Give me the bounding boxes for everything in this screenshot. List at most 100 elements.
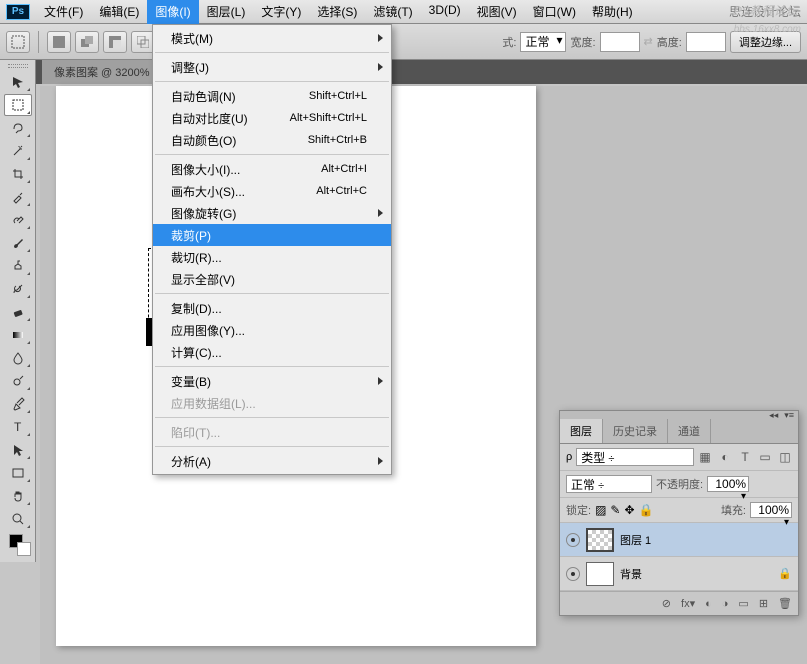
menu-item-分析A[interactable]: 分析(A)	[153, 450, 391, 472]
brush-tool[interactable]	[4, 232, 32, 254]
filter-shape-icon[interactable]: ▭	[758, 450, 772, 464]
zoom-tool[interactable]	[4, 508, 32, 530]
gradient-tool[interactable]	[4, 324, 32, 346]
filter-adjust-icon[interactable]: ◐	[718, 450, 732, 464]
visibility-icon[interactable]	[566, 567, 580, 581]
path-select-tool[interactable]	[4, 439, 32, 461]
document-tab[interactable]: 像素图案 @ 3200%	[42, 60, 163, 84]
width-input[interactable]	[600, 32, 640, 52]
layer-thumbnail[interactable]	[586, 562, 614, 586]
rectangle-tool[interactable]	[4, 462, 32, 484]
menu-item-裁剪P[interactable]: 裁剪(P)	[153, 224, 391, 246]
layer-mask-icon[interactable]: ◐	[705, 598, 712, 610]
trash-icon[interactable]: 🗑	[778, 597, 792, 610]
panel-collapse-icon[interactable]: ◂◂	[769, 410, 778, 421]
lock-paint-icon[interactable]: ✎	[610, 503, 620, 517]
menu-item-调整J[interactable]: 调整(J)	[153, 56, 391, 78]
menu-item-计算C[interactable]: 计算(C)...	[153, 341, 391, 363]
healing-brush-tool[interactable]	[4, 209, 32, 231]
toolbox-handle[interactable]	[0, 62, 35, 70]
menu-item-画布大小S[interactable]: 画布大小(S)...Alt+Ctrl+C	[153, 180, 391, 202]
swap-icon[interactable]: ⇄	[644, 35, 653, 48]
menu-选择[interactable]: 选择(S)	[309, 0, 365, 24]
mode-label: 式:	[502, 34, 516, 50]
color-swatches[interactable]	[4, 531, 32, 559]
marquee-tool[interactable]	[4, 94, 32, 116]
blur-tool[interactable]	[4, 347, 32, 369]
filter-type-icon[interactable]: T	[738, 450, 752, 464]
visibility-icon[interactable]	[566, 533, 580, 547]
adjustment-layer-icon[interactable]: ◑	[722, 598, 729, 610]
height-input[interactable]	[686, 32, 726, 52]
dodge-tool[interactable]	[4, 370, 32, 392]
menu-item-显示全部V[interactable]: 显示全部(V)	[153, 268, 391, 290]
menu-item-图像大小I[interactable]: 图像大小(I)...Alt+Ctrl+I	[153, 158, 391, 180]
layer-row[interactable]: 背景🔒	[560, 557, 798, 591]
menu-item-自动颜色O[interactable]: 自动颜色(O)Shift+Ctrl+B	[153, 129, 391, 151]
filter-pixel-icon[interactable]: ▦	[698, 450, 712, 464]
layer-row[interactable]: 图层 1	[560, 523, 798, 557]
menu-图层[interactable]: 图层(L)	[199, 0, 254, 24]
menu-item-变量B[interactable]: 变量(B)	[153, 370, 391, 392]
menu-窗口[interactable]: 窗口(W)	[525, 0, 584, 24]
marquee-rect-icon[interactable]	[47, 31, 71, 53]
menubar: Ps 文件(F)编辑(E)图像(I)图层(L)文字(Y)选择(S)滤镜(T)3D…	[0, 0, 807, 24]
fill-input[interactable]: 100% ▾	[750, 502, 792, 518]
ps-logo: Ps	[6, 4, 30, 20]
menu-编辑[interactable]: 编辑(E)	[91, 0, 147, 24]
menu-图像[interactable]: 图像(I)	[147, 0, 198, 24]
tool-preset-icon[interactable]	[6, 31, 30, 53]
crop-tool[interactable]	[4, 163, 32, 185]
menu-视图[interactable]: 视图(V)	[469, 0, 525, 24]
blend-mode-select[interactable]: 正常 ▾	[520, 32, 566, 52]
menu-滤镜[interactable]: 滤镜(T)	[365, 0, 420, 24]
hand-tool[interactable]	[4, 485, 32, 507]
eraser-tool[interactable]	[4, 301, 32, 323]
menu-文件[interactable]: 文件(F)	[36, 0, 91, 24]
panel-tab-通道[interactable]: 通道	[668, 419, 711, 443]
eyedropper-tool[interactable]	[4, 186, 32, 208]
type-tool[interactable]: T	[4, 416, 32, 438]
pen-tool[interactable]	[4, 393, 32, 415]
panel-menu-icon[interactable]: ▾≡	[784, 410, 794, 421]
width-label: 宽度:	[570, 34, 595, 50]
blend-mode-select[interactable]: 正常 ÷	[566, 475, 652, 493]
clone-stamp-tool[interactable]	[4, 255, 32, 277]
menu-item-自动对比度U[interactable]: 自动对比度(U)Alt+Shift+Ctrl+L	[153, 107, 391, 129]
menu-item-自动色调N[interactable]: 自动色调(N)Shift+Ctrl+L	[153, 85, 391, 107]
layer-fx-icon[interactable]: fx▾	[681, 597, 695, 610]
menu-3D[interactable]: 3D(D)	[421, 0, 469, 24]
panel-tab-图层[interactable]: 图层	[560, 419, 603, 443]
filter-smart-icon[interactable]: ◫	[778, 450, 792, 464]
menu-item-应用数据组L: 应用数据组(L)...	[153, 392, 391, 414]
background-swatch[interactable]	[17, 542, 31, 556]
watermark: PS教程论坛 bbs.16xx8.com	[734, 2, 801, 35]
layer-name: 图层 1	[620, 532, 651, 548]
marquee-sub-icon[interactable]	[103, 31, 127, 53]
menu-item-应用图像Y[interactable]: 应用图像(Y)...	[153, 319, 391, 341]
lasso-tool[interactable]	[4, 117, 32, 139]
menu-item-复制D[interactable]: 复制(D)...	[153, 297, 391, 319]
menu-item-裁切R[interactable]: 裁切(R)...	[153, 246, 391, 268]
opacity-input[interactable]: 100% ▾	[707, 476, 749, 492]
menu-item-模式M[interactable]: 模式(M)	[153, 27, 391, 49]
menu-文字[interactable]: 文字(Y)	[253, 0, 309, 24]
layer-filter-select[interactable]: 类型 ÷	[576, 448, 694, 466]
menu-item-图像旋转G[interactable]: 图像旋转(G)	[153, 202, 391, 224]
lock-all-icon[interactable]: 🔒	[639, 503, 654, 517]
link-layers-icon[interactable]: ⊘	[662, 597, 671, 610]
height-label: 高度:	[657, 34, 682, 50]
lock-pos-icon[interactable]: ✥	[624, 503, 634, 517]
new-layer-icon[interactable]: ⊞	[759, 597, 768, 610]
panel-tab-历史记录[interactable]: 历史记录	[603, 419, 668, 443]
lock-trans-icon[interactable]: ▨	[595, 503, 606, 517]
group-icon[interactable]: ▭	[738, 597, 748, 610]
document-tabbar: 像素图案 @ 3200%	[0, 60, 807, 84]
history-brush-tool[interactable]	[4, 278, 32, 300]
menu-帮助[interactable]: 帮助(H)	[584, 0, 641, 24]
magic-wand-tool[interactable]	[4, 140, 32, 162]
move-tool[interactable]	[4, 71, 32, 93]
marquee-add-icon[interactable]	[75, 31, 99, 53]
layer-thumbnail[interactable]	[586, 528, 614, 552]
lock-icon: 🔒	[778, 567, 792, 580]
